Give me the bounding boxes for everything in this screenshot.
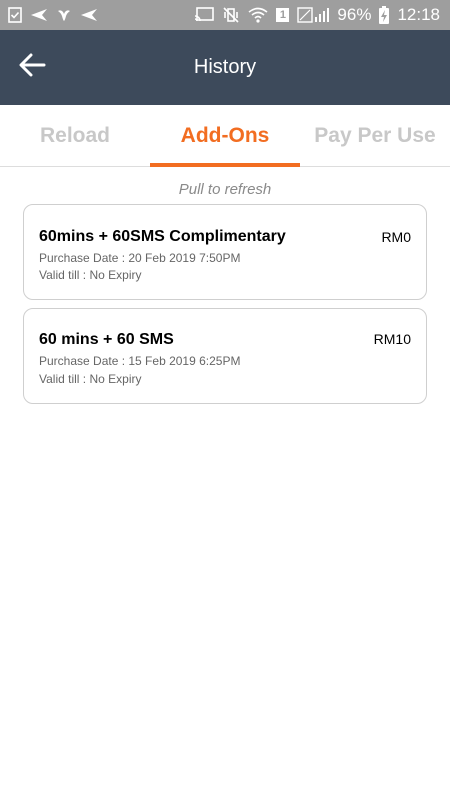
- send-icon: [80, 8, 98, 22]
- back-button[interactable]: [12, 47, 52, 87]
- bird-icon: [56, 7, 72, 23]
- purchase-name: 60 mins + 60 SMS: [39, 331, 174, 348]
- tab-pay-per-use[interactable]: Pay Per Use: [300, 105, 450, 167]
- send-icon: [30, 8, 48, 22]
- cast-icon: [194, 7, 215, 23]
- purchase-name: 60mins + 60SMS Complimentary: [39, 228, 286, 245]
- tab-bar: Reload Add-Ons Pay Per Use: [0, 105, 450, 167]
- battery-charging-icon: [379, 6, 390, 24]
- app-bar: History: [0, 30, 450, 105]
- wifi-icon: [248, 7, 268, 23]
- sim-badge-icon: 1: [276, 8, 290, 22]
- active-tab-indicator: [150, 163, 300, 167]
- purchase-validity: Valid till : No Expiry: [39, 268, 142, 282]
- purchase-card[interactable]: 60mins + 60SMS Complimentary RM0 Purchas…: [23, 204, 427, 300]
- purchase-date: Purchase Date : 15 Feb 2019 6:25PM: [39, 354, 241, 368]
- pull-to-refresh-hint: Pull to refresh: [178, 181, 272, 198]
- purchase-price: RM10: [373, 331, 411, 347]
- status-bar: 1 96% 12:18: [0, 0, 450, 30]
- checkbox-notification-icon: [8, 7, 22, 23]
- purchase-price: RM0: [381, 229, 411, 245]
- status-bar-system: 1 96% 12:18: [194, 5, 440, 25]
- vibrate-off-icon: [222, 7, 240, 23]
- purchase-validity: Valid till : No Expiry: [39, 372, 142, 386]
- purchase-card[interactable]: 60 mins + 60 SMS RM10 Purchase Date : 15…: [23, 308, 427, 404]
- status-time: 12:18: [397, 5, 440, 24]
- tab-reload[interactable]: Reload: [0, 105, 150, 167]
- signal-icon: [297, 7, 330, 23]
- purchase-date: Purchase Date : 20 Feb 2019 7:50PM: [39, 251, 241, 265]
- page-title: History: [193, 56, 257, 78]
- arrow-left-icon: [18, 53, 46, 82]
- tab-add-ons[interactable]: Add-Ons: [150, 105, 300, 167]
- battery-percent: 96%: [337, 5, 372, 24]
- status-bar-notifications: [8, 7, 98, 23]
